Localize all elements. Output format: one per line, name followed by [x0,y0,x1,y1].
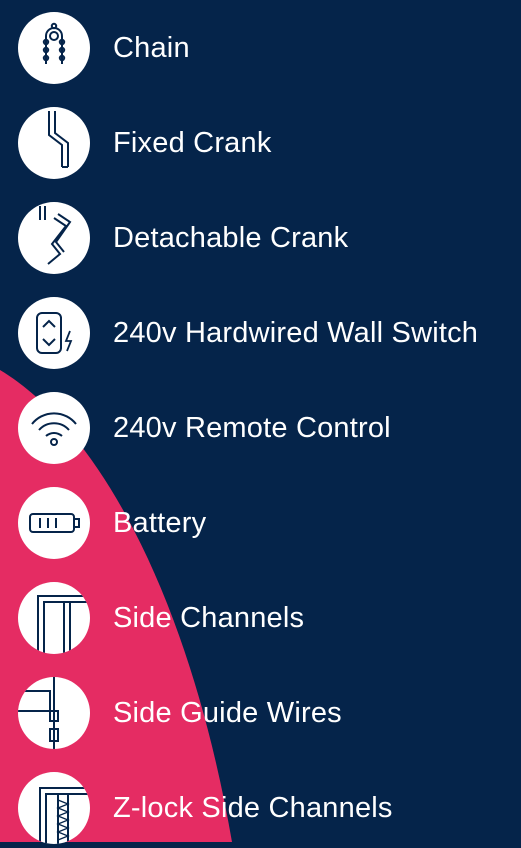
feature-list: Chain Fixed Crank Detachable Crank 240v … [0,0,521,844]
battery-icon [18,487,90,559]
z-lock-side-channels-icon [18,772,90,844]
side-channels-icon [18,582,90,654]
chain-icon [18,12,90,84]
feature-item-detachable-crank: Detachable Crank [0,198,521,278]
remote-control-icon [18,392,90,464]
feature-item-side-guide-wires: Side Guide Wires [0,673,521,753]
feature-label: Side Channels [113,602,305,634]
feature-item-fixed-crank: Fixed Crank [0,103,521,183]
feature-item-side-channels: Side Channels [0,578,521,658]
feature-label: Chain [113,32,190,64]
feature-label: Detachable Crank [113,222,349,254]
feature-label: Side Guide Wires [113,697,342,729]
wall-switch-icon [18,297,90,369]
feature-item-chain: Chain [0,8,521,88]
feature-label: 240v Remote Control [113,412,391,444]
feature-item-wall-switch: 240v Hardwired Wall Switch [0,293,521,373]
feature-item-remote-control: 240v Remote Control [0,388,521,468]
feature-label: 240v Hardwired Wall Switch [113,317,479,349]
side-guide-wires-icon [18,677,90,749]
detachable-crank-icon [18,202,90,274]
feature-item-battery: Battery [0,483,521,563]
feature-item-z-lock-side-channels: Z-lock Side Channels [0,768,521,848]
feature-label: Z-lock Side Channels [113,792,393,824]
feature-label: Battery [113,507,207,539]
feature-label: Fixed Crank [113,127,272,159]
fixed-crank-icon [18,107,90,179]
